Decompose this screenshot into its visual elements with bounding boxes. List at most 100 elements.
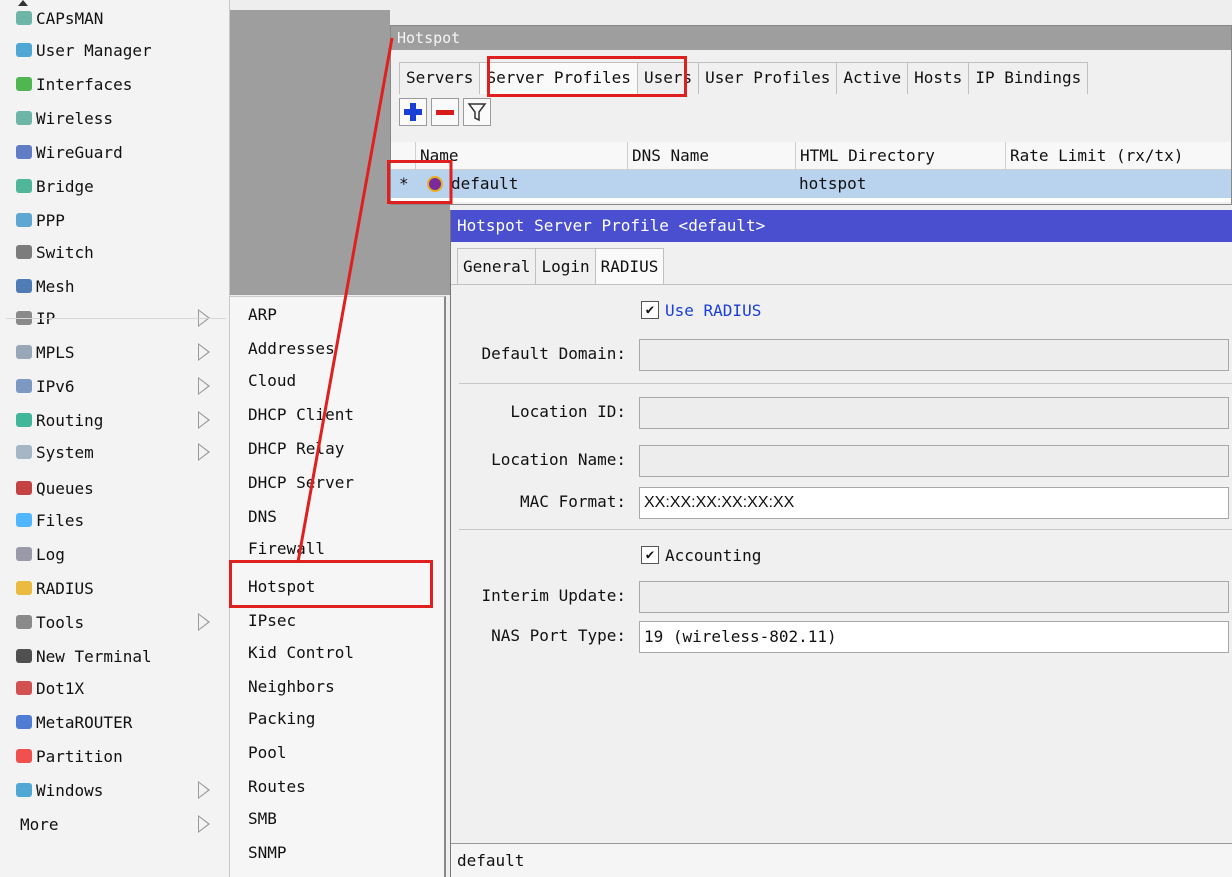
tab-general[interactable]: General (457, 248, 537, 284)
tab-server-profiles[interactable]: Server Profiles (479, 62, 638, 94)
sidebar-item-windows[interactable]: Windows (14, 774, 226, 806)
submenu-item-dns[interactable]: DNS (248, 501, 277, 531)
sidebar-item-bridge[interactable]: Bridge (14, 170, 226, 202)
sidebar-item-files[interactable]: Files (14, 504, 226, 536)
wireguard-icon (14, 142, 34, 162)
sidebar-item-queues[interactable]: Queues (14, 472, 226, 504)
sidebar-item-dot1x[interactable]: Dot1X (14, 672, 226, 704)
use-radius-checkbox[interactable]: ✔ Use RADIUS (641, 296, 761, 324)
minus-icon (436, 110, 454, 115)
interim-update-field[interactable] (639, 581, 1229, 613)
sidebar-item-system[interactable]: System (14, 436, 226, 468)
cell-html-directory: hotspot (799, 174, 867, 193)
log-icon (14, 544, 34, 564)
nas-port-type-label: NAS Port Type: (491, 626, 626, 645)
column-header-dns-name[interactable]: DNS Name (627, 142, 795, 170)
tab-servers[interactable]: Servers (399, 62, 481, 94)
column-header-rate-limit[interactable]: Rate Limit (rx/tx) (1005, 142, 1219, 170)
remove-button[interactable] (431, 98, 459, 126)
submenu-item-firewall[interactable]: Firewall (248, 533, 325, 563)
use-radius-label: Use RADIUS (665, 300, 762, 320)
check-icon: ✔ (641, 301, 659, 319)
sidebar-item-label: MetaROUTER (36, 712, 133, 732)
location-id-field[interactable] (639, 397, 1229, 429)
column-header-name[interactable]: Name (415, 142, 627, 170)
location-id-row: Location ID: (451, 397, 1232, 429)
sidebar-item-capsman[interactable]: CAPsMAN (14, 2, 226, 34)
sidebar-item-wireguard[interactable]: WireGuard (14, 136, 226, 168)
dialog-title[interactable]: Hotspot Server Profile <default> (451, 210, 1232, 242)
submenu-item-packing[interactable]: Packing (248, 703, 315, 733)
tab-active[interactable]: Active (836, 62, 909, 94)
sidebar-item-mesh[interactable]: Mesh (14, 270, 226, 302)
submenu-item-hotspot[interactable]: Hotspot (248, 571, 315, 601)
sidebar-item-more[interactable]: More (14, 808, 226, 840)
sidebar-separator (6, 318, 226, 319)
table-row[interactable]: * default hotspot (391, 170, 1231, 198)
tools-icon (14, 612, 34, 632)
tab-users[interactable]: Users (636, 62, 700, 94)
sidebar-item-switch[interactable]: Switch (14, 236, 226, 268)
sidebar-item-log[interactable]: Log (14, 538, 226, 570)
hotspot-tabs: Servers Server Profiles Users User Profi… (399, 62, 1089, 94)
sidebar-item-label: Bridge (36, 176, 94, 196)
sidebar-item-label: Queues (36, 478, 94, 498)
sidebar-item-new-terminal[interactable]: New Terminal (14, 640, 226, 672)
sidebar-item-mpls[interactable]: MPLS (14, 336, 226, 368)
metarouter-icon (14, 712, 34, 732)
accounting-label: Accounting (665, 545, 762, 565)
submenu-item-cloud[interactable]: Cloud (248, 365, 296, 395)
system-icon (14, 442, 34, 462)
sidebar-item-routing[interactable]: Routing (14, 404, 226, 436)
sidebar-item-partition[interactable]: Partition (14, 740, 226, 772)
tab-user-profiles[interactable]: User Profiles (698, 62, 838, 94)
sidebar-item-interfaces[interactable]: Interfaces (14, 68, 226, 100)
radius-icon (14, 578, 34, 598)
mac-format-label: MAC Format: (520, 492, 626, 511)
files-icon (14, 510, 34, 530)
location-name-label: Location Name: (491, 450, 626, 469)
filter-button[interactable] (463, 98, 491, 126)
mac-format-field[interactable]: XX:XX:XX:XX:XX:XX (639, 487, 1229, 519)
nas-port-type-field[interactable]: 19 (wireless-802.11) (639, 621, 1229, 653)
submenu-item-arp[interactable]: ARP (248, 299, 277, 329)
accounting-checkbox[interactable]: ✔ Accounting (641, 541, 761, 569)
column-header-html-directory[interactable]: HTML Directory (795, 142, 1005, 170)
submenu-item-pool[interactable]: Pool (248, 737, 287, 767)
sidebar-item-label: PPP (36, 210, 65, 230)
submenu-item-kid-control[interactable]: Kid Control (248, 637, 354, 667)
sidebar-item-user-manager[interactable]: User Manager (14, 34, 226, 66)
tab-ip-bindings[interactable]: IP Bindings (968, 62, 1089, 94)
sidebar-item-metarouter[interactable]: MetaROUTER (14, 706, 226, 738)
bridge-icon (14, 176, 34, 196)
sidebar-item-tools[interactable]: Tools (14, 606, 226, 638)
submenu-item-smb[interactable]: SMB (248, 803, 277, 833)
submenu-item-neighbors[interactable]: Neighbors (248, 671, 335, 701)
sidebar-item-ppp[interactable]: PPP (14, 204, 226, 236)
interim-update-label: Interim Update: (481, 586, 627, 605)
submenu-item-addresses[interactable]: Addresses (248, 333, 335, 363)
submenu-item-dhcp-client[interactable]: DHCP Client (248, 399, 354, 429)
add-button[interactable] (399, 98, 427, 126)
submenu-item-routes[interactable]: Routes (248, 771, 306, 801)
partition-icon (14, 746, 34, 766)
submenu-item-ipsec[interactable]: IPsec (248, 605, 296, 635)
tab-hosts[interactable]: Hosts (907, 62, 970, 94)
tab-radius[interactable]: RADIUS (594, 248, 665, 284)
default-domain-field[interactable] (639, 339, 1229, 371)
location-name-field[interactable] (639, 445, 1229, 477)
ip-submenu: ARP Addresses Cloud DHCP Client DHCP Relay DH… (230, 296, 446, 877)
submenu-item-snmp[interactable]: SNMP (248, 837, 287, 867)
submenu-item-dhcp-relay[interactable]: DHCP Relay (248, 433, 344, 463)
tab-login[interactable]: Login (535, 248, 596, 284)
windows-icon (14, 780, 34, 800)
profile-icon (427, 176, 443, 192)
hotspot-window-title[interactable]: Hotspot (391, 26, 1231, 50)
queues-icon (14, 478, 34, 498)
sidebar-item-wireless[interactable]: Wireless (14, 102, 226, 134)
sidebar-item-ipv6[interactable]: IPv6 (14, 370, 226, 402)
submenu-item-dhcp-server[interactable]: DHCP Server (248, 467, 354, 497)
sidebar-item-label: WireGuard (36, 142, 123, 162)
sidebar-item-radius[interactable]: RADIUS (14, 572, 226, 604)
nas-port-type-row: NAS Port Type: 19 (wireless-802.11) (451, 621, 1232, 653)
